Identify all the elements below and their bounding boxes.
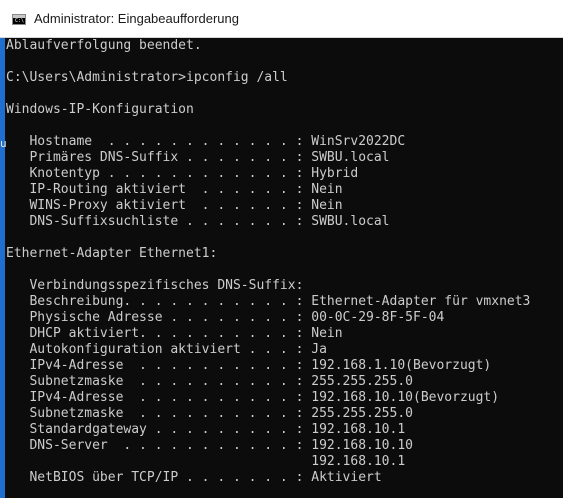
console-line: Beschreibung. . . . . . . . . . . : Ethe… (6, 294, 531, 309)
console-line: Windows-IP-Konfiguration (6, 102, 194, 117)
console-line: Ablaufverfolgung beendet. (6, 38, 202, 53)
console-line: 192.168.10.1 (6, 454, 406, 469)
window-title: Administrator: Eingabeaufforderung (34, 11, 239, 26)
console-line: Subnetzmaske . . . . . . . . . . : 255.2… (6, 406, 413, 421)
console-output[interactable]: Ablaufverfolgung beendet. C:\Users\Admini… (6, 38, 563, 498)
command-prompt-window: u C:\ Administrator: Eingabeaufforderung… (0, 0, 563, 498)
console-line: Autokonfiguration aktiviert . . . : Ja (6, 342, 327, 357)
console-line: WINS-Proxy aktiviert . . . . . . : Nein (6, 198, 343, 213)
console-line: Hostname . . . . . . . . . . . . : WinSr… (6, 134, 406, 149)
console-line: Primäres DNS-Suffix . . . . . . . : SWBU… (6, 150, 390, 165)
console-line: IPv4-Adresse . . . . . . . . . . : 192.1… (6, 390, 500, 405)
title-bar[interactable]: C:\ Administrator: Eingabeaufforderung (0, 0, 563, 38)
console-line: Standardgateway . . . . . . . . . : 192.… (6, 422, 406, 437)
console-line: IPv4-Adresse . . . . . . . . . . : 192.1… (6, 358, 492, 373)
console-line: IP-Routing aktiviert . . . . . . : Nein (6, 182, 343, 197)
console-line: DNS-Suffixsuchliste . . . . . . . : SWBU… (6, 214, 390, 229)
console-line: DHCP aktiviert. . . . . . . . . . : Nein (6, 326, 343, 341)
console-line: NetBIOS über TCP/IP . . . . . . . : Akti… (6, 470, 382, 485)
console-line: Subnetzmaske . . . . . . . . . . : 255.2… (6, 374, 413, 389)
command-prompt-icon[interactable]: C:\ (12, 14, 26, 25)
console-line: Knotentyp . . . . . . . . . . . . : Hybr… (6, 166, 359, 181)
console-line: Ethernet-Adapter Ethernet1: (6, 246, 218, 261)
desktop-background: u (0, 0, 7, 498)
console-line: DNS-Server . . . . . . . . . . . : 192.1… (6, 438, 413, 453)
console-line: C:\Users\Administrator>ipconfig /all (6, 70, 288, 85)
console-line: Physische Adresse . . . . . . . . : 00-0… (6, 310, 445, 325)
console-line: Verbindungsspezifisches DNS-Suffix: (6, 278, 304, 293)
